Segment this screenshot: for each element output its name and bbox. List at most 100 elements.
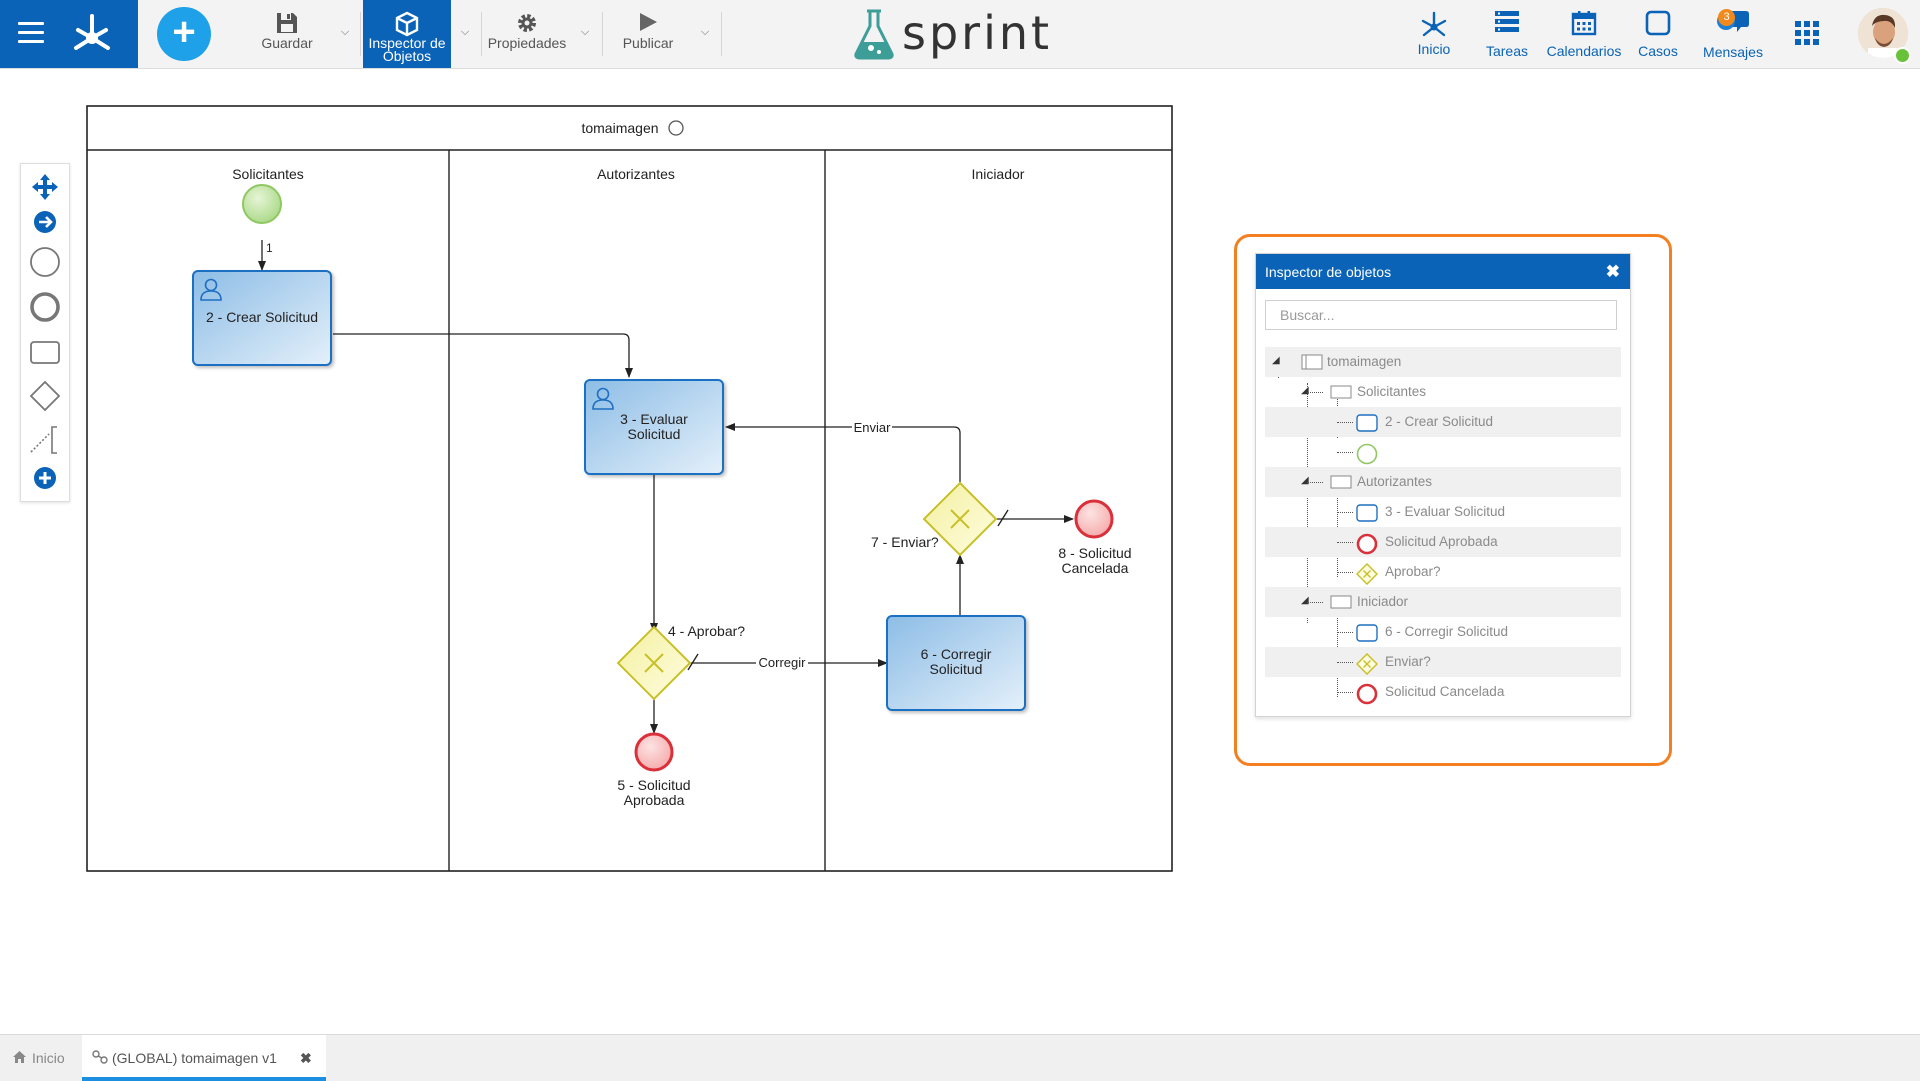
- object-inspector-button[interactable]: Inspector de Objetos: [363, 0, 451, 68]
- search-input[interactable]: [1265, 300, 1617, 330]
- properties-button[interactable]: Propiedades: [485, 0, 569, 68]
- menu-block: [0, 0, 138, 68]
- task-evaluar-solicitud[interactable]: 3 - Evaluar Solicitud: [584, 379, 724, 475]
- end-aprobada-label-line1: 5 - Solicitud: [617, 777, 690, 793]
- gateway-enviar-label: 7 - Enviar?: [871, 534, 939, 550]
- toolbar-divider: [481, 12, 482, 56]
- pool[interactable]: [86, 105, 1173, 872]
- task-corregir-label-line2: Solicitud: [930, 661, 983, 677]
- nav-casos[interactable]: Casos: [1636, 0, 1680, 68]
- more-tools-plus-icon[interactable]: [27, 460, 63, 496]
- toolbar-divider: [360, 12, 361, 56]
- brand-name: sprint: [902, 6, 1053, 60]
- tree-item-label: Iniciador: [1357, 594, 1409, 609]
- tree-item-label: Autorizantes: [1357, 474, 1433, 489]
- tree-line: [1307, 602, 1323, 603]
- collapse-triangle-icon[interactable]: ◢: [1301, 475, 1309, 486]
- flow-label-corregir: Corregir: [759, 655, 807, 670]
- lane-autorizantes[interactable]: Autorizantes: [597, 166, 675, 182]
- start-event-tool-icon[interactable]: [27, 244, 63, 280]
- tree-item-end-event[interactable]: Solicitud Cancelada: [1265, 677, 1621, 707]
- nav-casos-label: Casos: [1638, 43, 1678, 59]
- nav-calendarios[interactable]: Calendarios: [1545, 0, 1623, 68]
- pool-name: tomaimagen: [581, 120, 658, 136]
- nav-mensajes[interactable]: 3 Mensajes: [1700, 0, 1766, 68]
- task-corregir-label-line1: 6 - Corregir: [921, 646, 992, 662]
- nav-mensajes-label: Mensajes: [1703, 44, 1763, 60]
- tree-item-lane[interactable]: ◢ Autorizantes: [1265, 467, 1621, 497]
- task-crear-solicitud[interactable]: 2 - Crear Solicitud: [192, 270, 332, 366]
- collapse-triangle-icon[interactable]: ◢: [1301, 595, 1309, 606]
- tree-item-start-event[interactable]: [1265, 437, 1621, 467]
- tree-line: [1337, 632, 1353, 633]
- tab-inicio[interactable]: Inicio: [0, 1035, 80, 1081]
- end-aprobada-label-line2: Aprobada: [624, 792, 685, 808]
- tree-item-gateway[interactable]: Enviar?: [1265, 647, 1621, 677]
- tree-item-lane[interactable]: ◢ Iniciador: [1265, 587, 1621, 617]
- end-cancelada-label-line1: 8 - Solicitud: [1058, 545, 1131, 561]
- inspector-dropdown-chevron-icon[interactable]: ⌵: [458, 26, 472, 40]
- end-event-icon: [1356, 533, 1378, 555]
- end-event-tool-icon[interactable]: [27, 289, 63, 325]
- move-tool-icon[interactable]: [27, 169, 63, 205]
- tree-line: [1307, 392, 1323, 393]
- task-tool-icon[interactable]: [27, 334, 63, 370]
- lane-icon: [1330, 385, 1352, 399]
- publish-button[interactable]: Publicar: [610, 0, 686, 68]
- task-corregir-solicitud[interactable]: 6 - Corregir Solicitud: [886, 615, 1026, 711]
- flow-label-1: 1: [266, 241, 273, 255]
- nav-tareas[interactable]: Tareas: [1483, 0, 1531, 68]
- save-button[interactable]: Guardar: [250, 0, 324, 68]
- tab-process-tomaimagen[interactable]: (GLOBAL) tomaimagen v1 ✖: [82, 1035, 326, 1081]
- gateway-tool-icon[interactable]: [27, 378, 63, 414]
- pool-status-circle-icon: [668, 120, 684, 136]
- apps-grid-icon[interactable]: [1795, 21, 1819, 45]
- inspector-header: Inspector de objetos ✖: [1256, 254, 1630, 289]
- save-label: Guardar: [261, 35, 313, 51]
- hamburger-menu-icon[interactable]: [18, 22, 44, 44]
- tab-inicio-label: Inicio: [32, 1050, 65, 1066]
- tree-item-pool[interactable]: ◢ tomaimagen: [1265, 347, 1621, 377]
- tree-line: [1337, 422, 1353, 423]
- start-event[interactable]: [242, 184, 282, 224]
- end-cancelada-label-line2: Cancelada: [1062, 560, 1129, 576]
- tree-line: [1307, 482, 1323, 483]
- properties-dropdown-chevron-icon[interactable]: ⌵: [578, 26, 592, 40]
- lane-iniciador[interactable]: Iniciador: [972, 166, 1025, 182]
- inspector-label-line2: Objetos: [382, 48, 432, 64]
- tree-item-label: Enviar?: [1385, 654, 1431, 669]
- start-event-icon: [1356, 443, 1378, 465]
- tree-item-task[interactable]: 3 - Evaluar Solicitud: [1265, 497, 1621, 527]
- collapse-triangle-icon[interactable]: ◢: [1301, 385, 1309, 396]
- flask-icon: [854, 9, 894, 60]
- bottom-tab-bar: Inicio (GLOBAL) tomaimagen v1 ✖: [0, 1034, 1920, 1081]
- messages-badge: 3: [1718, 9, 1735, 26]
- tree-line: [1337, 542, 1353, 543]
- tree-item-gateway[interactable]: Aprobar?: [1265, 557, 1621, 587]
- close-icon[interactable]: ✖: [1606, 262, 1620, 282]
- home-network-icon: [1421, 11, 1447, 37]
- tree-item-task[interactable]: 2 - Crear Solicitud: [1265, 407, 1621, 437]
- close-tab-icon[interactable]: ✖: [300, 1050, 312, 1067]
- tree-item-end-event[interactable]: Solicitud Aprobada: [1265, 527, 1621, 557]
- publish-dropdown-chevron-icon[interactable]: ⌵: [698, 26, 712, 40]
- properties-label: Propiedades: [487, 35, 567, 51]
- process-icon: [92, 1050, 108, 1064]
- tree-item-lane[interactable]: ◢ Solicitantes: [1265, 377, 1621, 407]
- inspector-title: Inspector de objetos: [1265, 264, 1392, 280]
- add-button[interactable]: +: [157, 7, 211, 61]
- nav-inicio[interactable]: Inicio: [1412, 0, 1456, 68]
- app-logo-icon[interactable]: [70, 10, 114, 56]
- toolbar-divider: [721, 12, 722, 56]
- collapse-triangle-icon[interactable]: ◢: [1272, 355, 1280, 366]
- connector-arrow-tool-icon[interactable]: [27, 204, 63, 240]
- lane-solicitantes[interactable]: Solicitantes: [232, 166, 304, 182]
- tab-process-label: (GLOBAL) tomaimagen v1: [112, 1050, 277, 1066]
- task-icon: [1356, 414, 1378, 432]
- save-dropdown-chevron-icon[interactable]: ⌵: [338, 26, 352, 40]
- object-tree: ◢ tomaimagen ◢ Solicitantes 2 - Crear So…: [1265, 347, 1621, 705]
- tree-line: [1337, 572, 1353, 573]
- tree-item-task[interactable]: 6 - Corregir Solicitud: [1265, 617, 1621, 647]
- annotation-tool-icon[interactable]: [27, 422, 63, 458]
- bpmn-diagram[interactable]: tomaimagen Solicitantes Autorizantes Ini…: [86, 105, 1174, 873]
